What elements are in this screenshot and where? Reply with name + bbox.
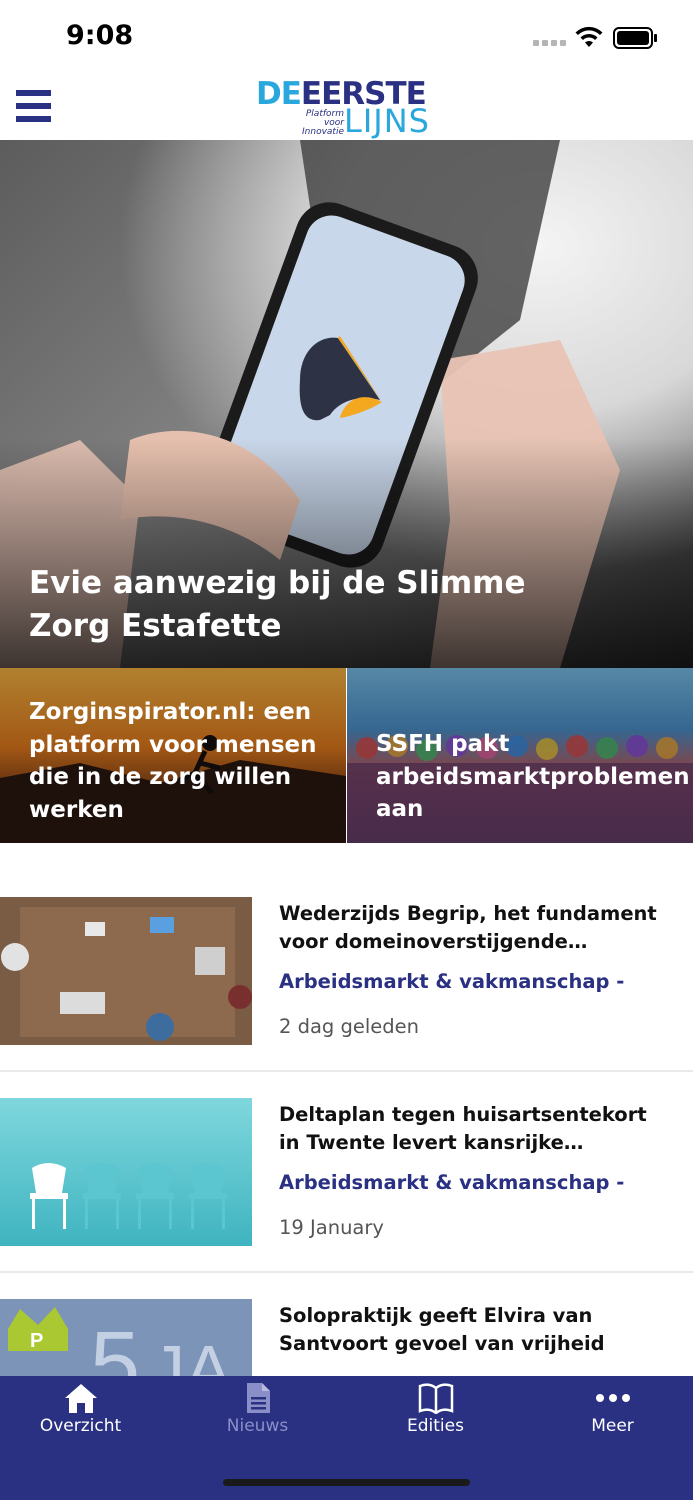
hero-title: Evie aanwezig bij de Slimme Zorg Estafet… (29, 565, 526, 644)
book-icon (418, 1383, 453, 1414)
logo-tagline: Platform voor Innovatie (302, 109, 344, 137)
news-title: Wederzijds Begrip, het fundament voor do… (279, 902, 657, 953)
divider (0, 1271, 693, 1273)
status-bar: 9:08 (0, 0, 693, 76)
news-date: 2 dag geleden (279, 1015, 420, 1038)
news-thumbnail (0, 1098, 252, 1246)
tab-label: Nieuws (226, 1416, 289, 1436)
news-category[interactable]: Arbeidsmarkt & vakmanschap - (279, 1171, 624, 1194)
cellular-signal-icon (533, 40, 566, 46)
document-icon (246, 1383, 270, 1413)
tab-nieuws[interactable]: Nieuws (171, 1376, 344, 1450)
news-title: Solopraktijk geeft Elvira van Santvoort … (279, 1304, 605, 1355)
tab-meer[interactable]: Meer (526, 1376, 693, 1450)
logo-text-de: DE (256, 76, 302, 112)
wifi-icon (575, 26, 603, 47)
news-title: Deltaplan tegen huisartsentekort in Twen… (279, 1103, 647, 1154)
tile-title: SSFH pakt arbeidsmarktproblemen aan (376, 731, 690, 822)
tile-title: Zorginspirator.nl: een platform voor men… (29, 699, 317, 823)
tab-edities[interactable]: Edities (349, 1376, 522, 1450)
tab-label: Overzicht (39, 1416, 122, 1436)
tab-overzicht[interactable]: Overzicht (0, 1376, 167, 1450)
brand-logo: DEEERSTE Platform voor Innovatie LIJNS (256, 78, 442, 138)
featured-tile-zorginspirator[interactable]: Zorginspirator.nl: een platform voor men… (0, 668, 346, 843)
news-list-item[interactable]: Wederzijds Begrip, het fundament voor do… (0, 897, 693, 1073)
news-list-item[interactable]: Deltaplan tegen huisartsentekort in Twen… (0, 1098, 693, 1274)
hero-article[interactable]: Evie aanwezig bij de Slimme Zorg Estafet… (0, 140, 693, 668)
app-header: DEEERSTE Platform voor Innovatie LIJNS (0, 76, 693, 140)
tab-label: Meer (591, 1416, 634, 1436)
more-icon (595, 1394, 630, 1402)
home-indicator (223, 1479, 470, 1486)
menu-icon[interactable] (16, 90, 51, 123)
logo-text-lijns: LIJNS (344, 102, 430, 140)
news-thumbnail (0, 897, 252, 1045)
news-category[interactable]: Arbeidsmarkt & vakmanschap - (279, 970, 624, 993)
status-time: 9:08 (66, 20, 134, 51)
divider (0, 1070, 693, 1072)
home-icon (64, 1384, 97, 1413)
svg-text:P: P (30, 1330, 43, 1352)
featured-tile-ssfh[interactable]: SSFH pakt arbeidsmarktproblemen aan (347, 668, 693, 843)
tab-label: Edities (407, 1416, 464, 1436)
battery-icon (613, 27, 657, 49)
news-date: 19 January (279, 1216, 384, 1239)
